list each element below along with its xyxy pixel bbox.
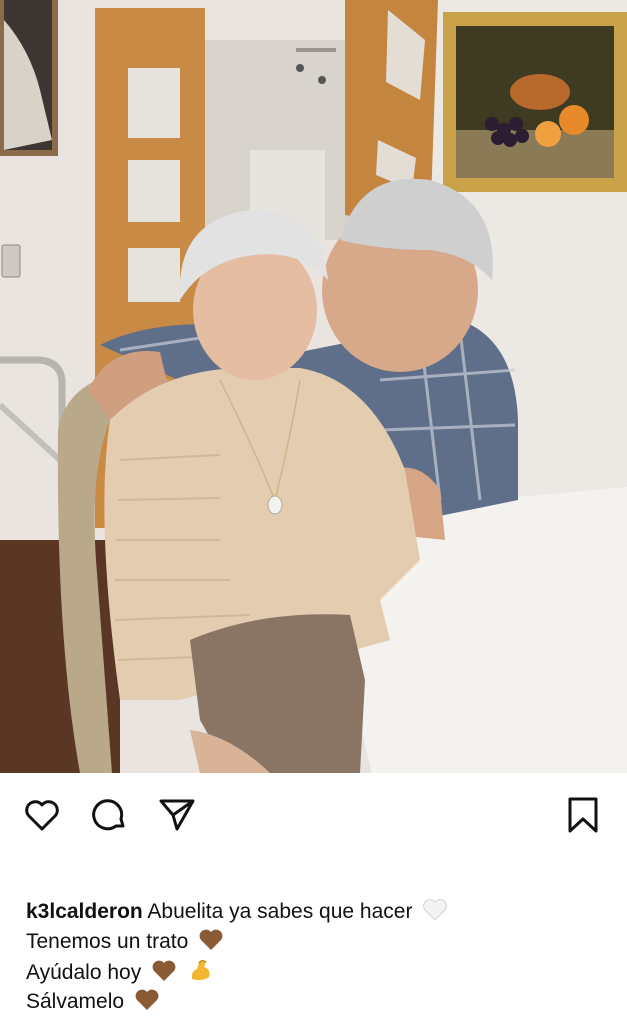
save-button[interactable] xyxy=(563,795,603,835)
like-button[interactable] xyxy=(22,795,62,835)
white-heart-icon xyxy=(422,898,448,922)
comment-icon xyxy=(92,799,125,831)
bookmark-icon xyxy=(568,797,598,833)
brown-heart-icon xyxy=(198,928,224,952)
caption-text: Abuelita ya sabes que hacer xyxy=(147,900,413,923)
caption-line-4: Sálvamelo xyxy=(26,987,606,1017)
brown-heart-icon xyxy=(134,988,160,1012)
caption-line-1: k3lcalderon Abuelita ya sabes que hacer xyxy=(26,897,606,927)
share-button[interactable] xyxy=(157,795,197,835)
post-photo[interactable] xyxy=(0,0,627,773)
send-icon xyxy=(159,799,195,831)
post-action-bar xyxy=(0,773,627,853)
post-photo-illustration xyxy=(0,0,627,773)
comment-button[interactable] xyxy=(90,795,130,835)
post-caption: k3lcalderon Abuelita ya sabes que hacer … xyxy=(26,897,606,1017)
caption-line-2: Tenemos un trato xyxy=(26,927,606,957)
caption-text: Sálvamelo xyxy=(26,990,125,1013)
username-link[interactable]: k3lcalderon xyxy=(26,900,143,923)
caption-text: Ayúdalo hoy xyxy=(26,961,142,984)
caption-line-3: Ayúdalo hoy xyxy=(26,957,606,987)
flexed-biceps-icon xyxy=(187,957,213,983)
brown-heart-icon xyxy=(151,959,177,983)
heart-icon xyxy=(25,800,59,831)
caption-text: Tenemos un trato xyxy=(26,930,189,953)
